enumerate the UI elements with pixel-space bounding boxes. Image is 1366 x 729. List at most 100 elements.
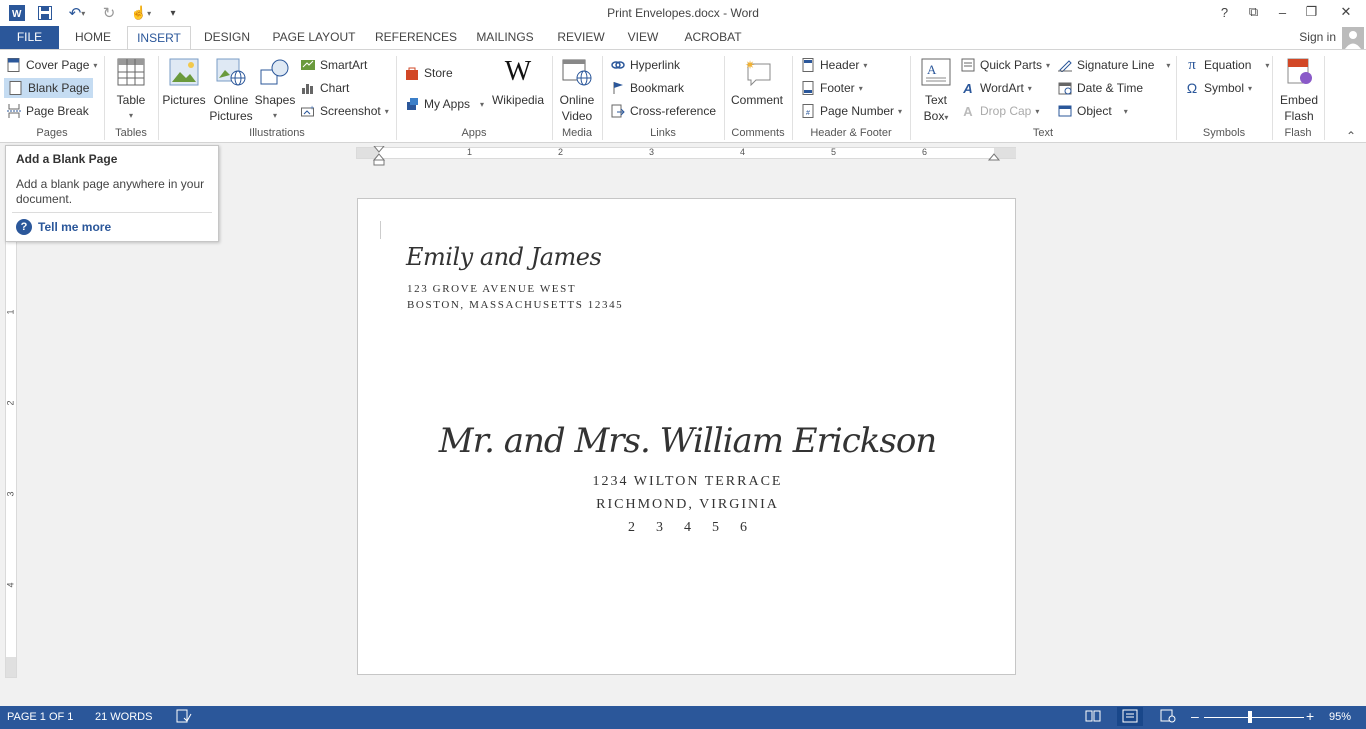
page-count-status[interactable]: PAGE 1 OF 1 [7, 711, 73, 723]
right-indent-marker-icon[interactable] [987, 151, 1001, 161]
window-controls: ? ⧉ – ❐ ✕ [1210, 0, 1366, 24]
recipient-address-line-2[interactable]: RICHMOND, VIRGINIA [358, 497, 1017, 513]
avatar[interactable] [1342, 27, 1364, 49]
ribbon-tabs: FILE HOME INSERT DESIGN PAGE LAYOUT REFE… [0, 26, 1366, 50]
ruler-number: 4 [5, 582, 16, 588]
page-number-icon: # [800, 103, 816, 119]
minimize-button[interactable]: – [1268, 0, 1297, 24]
my-apps-button[interactable]: My Apps ▾ [404, 94, 484, 114]
vertical-ruler[interactable]: 1 2 3 4 [5, 240, 17, 678]
bookmark-button[interactable]: Bookmark [610, 78, 684, 98]
screenshot-button[interactable]: + Screenshot ▾ [300, 101, 389, 121]
quick-parts-button[interactable]: Quick Parts ▾ [960, 55, 1050, 75]
svg-text:A: A [927, 62, 937, 77]
horizontal-ruler[interactable]: 1 2 3 4 5 6 [356, 146, 1016, 166]
footer-button[interactable]: Footer ▾ [800, 78, 863, 98]
tell-me-more-link[interactable]: ? Tell me more [16, 219, 111, 235]
wordart-label: WordArt [980, 81, 1024, 95]
collapse-ribbon-icon[interactable]: ⌃ [1346, 129, 1356, 143]
embed-flash-label-2: Flash [1284, 109, 1314, 123]
tab-design[interactable]: DESIGN [198, 26, 256, 50]
tab-insert[interactable]: INSERT [127, 26, 191, 50]
chart-button[interactable]: Chart [300, 78, 349, 98]
sign-in-link[interactable]: Sign in [1299, 30, 1336, 44]
wikipedia-icon: W [504, 56, 532, 87]
ribbon-display-options-button[interactable]: ⧉ [1239, 0, 1268, 24]
store-icon [404, 65, 420, 81]
proofing-icon[interactable] [176, 709, 192, 726]
page-number-button[interactable]: # Page Number ▾ [800, 101, 902, 121]
embed-flash-button[interactable]: Embed Flash [1276, 56, 1322, 124]
zoom-slider-track[interactable] [1204, 717, 1304, 718]
hyperlink-label: Hyperlink [630, 58, 681, 72]
zoom-in-button[interactable]: + [1306, 708, 1314, 724]
recipient-name[interactable]: Mr. and Mrs. William Erickson [358, 421, 1017, 461]
table-button[interactable]: Table ▾ [112, 56, 150, 124]
help-button[interactable]: ? [1210, 0, 1239, 24]
hyperlink-button[interactable]: Hyperlink [610, 55, 680, 75]
document-page[interactable]: Emily and James 123 GROVE AVENUE WEST BO… [357, 198, 1016, 675]
tab-review[interactable]: REVIEW [552, 26, 610, 50]
cross-reference-label: Cross-reference [630, 104, 717, 118]
tab-references[interactable]: REFERENCES [372, 26, 460, 50]
pi-icon: π [1188, 56, 1196, 73]
smartart-button[interactable]: SmartArt [300, 55, 367, 75]
recipient-address-line-1[interactable]: 1234 WILTON TERRACE [358, 474, 1017, 490]
cover-page-button[interactable]: Cover Page ▾ [6, 55, 97, 75]
drop-cap-button[interactable]: A Drop Cap ▾ [960, 101, 1039, 121]
tab-home[interactable]: HOME [66, 26, 120, 50]
page-break-icon [6, 103, 22, 119]
cross-reference-icon [610, 103, 626, 119]
screenshot-label: Screenshot [320, 104, 381, 118]
web-layout-icon[interactable] [1160, 709, 1176, 726]
return-address-name[interactable]: Emily and James [406, 243, 602, 271]
zoom-slider-thumb[interactable] [1248, 711, 1252, 723]
symbol-button[interactable]: Ω Symbol ▾ [1184, 78, 1252, 98]
comment-button[interactable]: ✷ Comment [728, 56, 786, 108]
group-label-apps: Apps [461, 127, 487, 139]
symbol-label: Symbol [1204, 81, 1245, 95]
blank-page-label: Blank Page [28, 81, 90, 95]
embed-flash-icon [1283, 56, 1315, 88]
signature-line-button[interactable]: Signature Line ▾ [1057, 55, 1170, 75]
shapes-button[interactable]: Shapes ▾ [255, 56, 295, 124]
page-break-button[interactable]: Page Break [6, 101, 89, 121]
tab-acrobat[interactable]: ACROBAT [676, 26, 750, 50]
recipient-zip-code[interactable]: 23456 [358, 520, 1017, 536]
cross-reference-button[interactable]: Cross-reference [610, 101, 716, 121]
indent-marker-icon[interactable] [372, 146, 386, 166]
comment-icon: ✷ [741, 56, 773, 88]
zoom-level[interactable]: 95% [1329, 711, 1351, 723]
svg-text:#: # [806, 110, 810, 117]
restore-button[interactable]: ❐ [1297, 0, 1326, 24]
tab-page-layout[interactable]: PAGE LAYOUT [266, 26, 362, 50]
wikipedia-button[interactable]: W Wikipedia [490, 56, 546, 108]
object-button[interactable]: Object ▾ [1057, 101, 1128, 121]
header-button[interactable]: Header ▾ [800, 55, 867, 75]
date-time-button[interactable]: Date & Time [1057, 78, 1143, 98]
store-button[interactable]: Store [404, 63, 453, 83]
chart-label: Chart [320, 81, 350, 95]
return-address-line-2[interactable]: BOSTON, MASSACHUSETTS 12345 [407, 299, 623, 311]
text-box-button[interactable]: A Text Box▾ [916, 56, 956, 126]
page-number-label: Page Number [820, 104, 895, 118]
tab-mailings[interactable]: MAILINGS [470, 26, 540, 50]
online-video-button[interactable]: Online Video [556, 56, 598, 124]
tab-file[interactable]: FILE [0, 26, 59, 50]
cover-page-label: Cover Page [26, 58, 90, 72]
return-address-line-1[interactable]: 123 GROVE AVENUE WEST [407, 283, 576, 295]
blank-page-button[interactable]: Blank Page [4, 78, 94, 98]
read-mode-icon[interactable] [1085, 709, 1101, 726]
tab-view[interactable]: VIEW [620, 26, 666, 50]
online-pictures-button[interactable]: Online Pictures [208, 56, 254, 124]
zoom-out-button[interactable]: – [1191, 708, 1199, 724]
print-layout-icon[interactable] [1117, 707, 1143, 726]
word-count-status[interactable]: 21 WORDS [95, 711, 152, 723]
blank-page-tooltip: Add a Blank Page Add a blank page anywhe… [5, 145, 219, 242]
equation-button[interactable]: π Equation ▾ [1184, 55, 1269, 75]
pictures-button[interactable]: Pictures [162, 56, 206, 108]
ruler-margin-bottom [6, 657, 16, 677]
close-button[interactable]: ✕ [1326, 0, 1366, 24]
wordart-button[interactable]: A WordArt ▾ [960, 78, 1032, 98]
pictures-icon [168, 56, 200, 88]
